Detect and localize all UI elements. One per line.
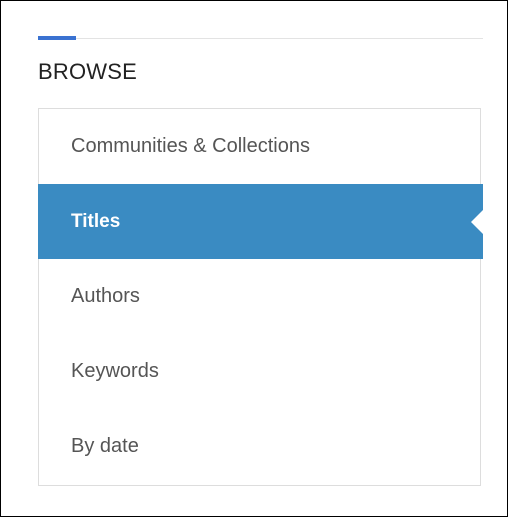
menu-item-communities-collections[interactable]: Communities & Collections bbox=[38, 109, 483, 184]
menu-item-label: By date bbox=[71, 435, 139, 457]
section-accent-bar bbox=[38, 36, 76, 40]
active-indicator-icon bbox=[471, 208, 484, 235]
section-title: BROWSE bbox=[38, 59, 137, 84]
browse-menu: Communities & Collections Titles Authors… bbox=[38, 108, 484, 486]
menu-item-label: Titles bbox=[71, 210, 121, 232]
menu-item-label: Communities & Collections bbox=[71, 135, 310, 157]
menu-item-keywords[interactable]: Keywords bbox=[38, 334, 483, 409]
browse-panel: BROWSE Communities & Collections Titles … bbox=[0, 0, 508, 517]
section-divider bbox=[38, 38, 483, 39]
menu-item-authors[interactable]: Authors bbox=[38, 259, 483, 334]
menu-item-label: Authors bbox=[71, 285, 140, 307]
menu-item-titles[interactable]: Titles bbox=[38, 184, 484, 259]
menu-item-by-date[interactable]: By date bbox=[38, 409, 483, 484]
menu-item-label: Keywords bbox=[71, 360, 159, 382]
